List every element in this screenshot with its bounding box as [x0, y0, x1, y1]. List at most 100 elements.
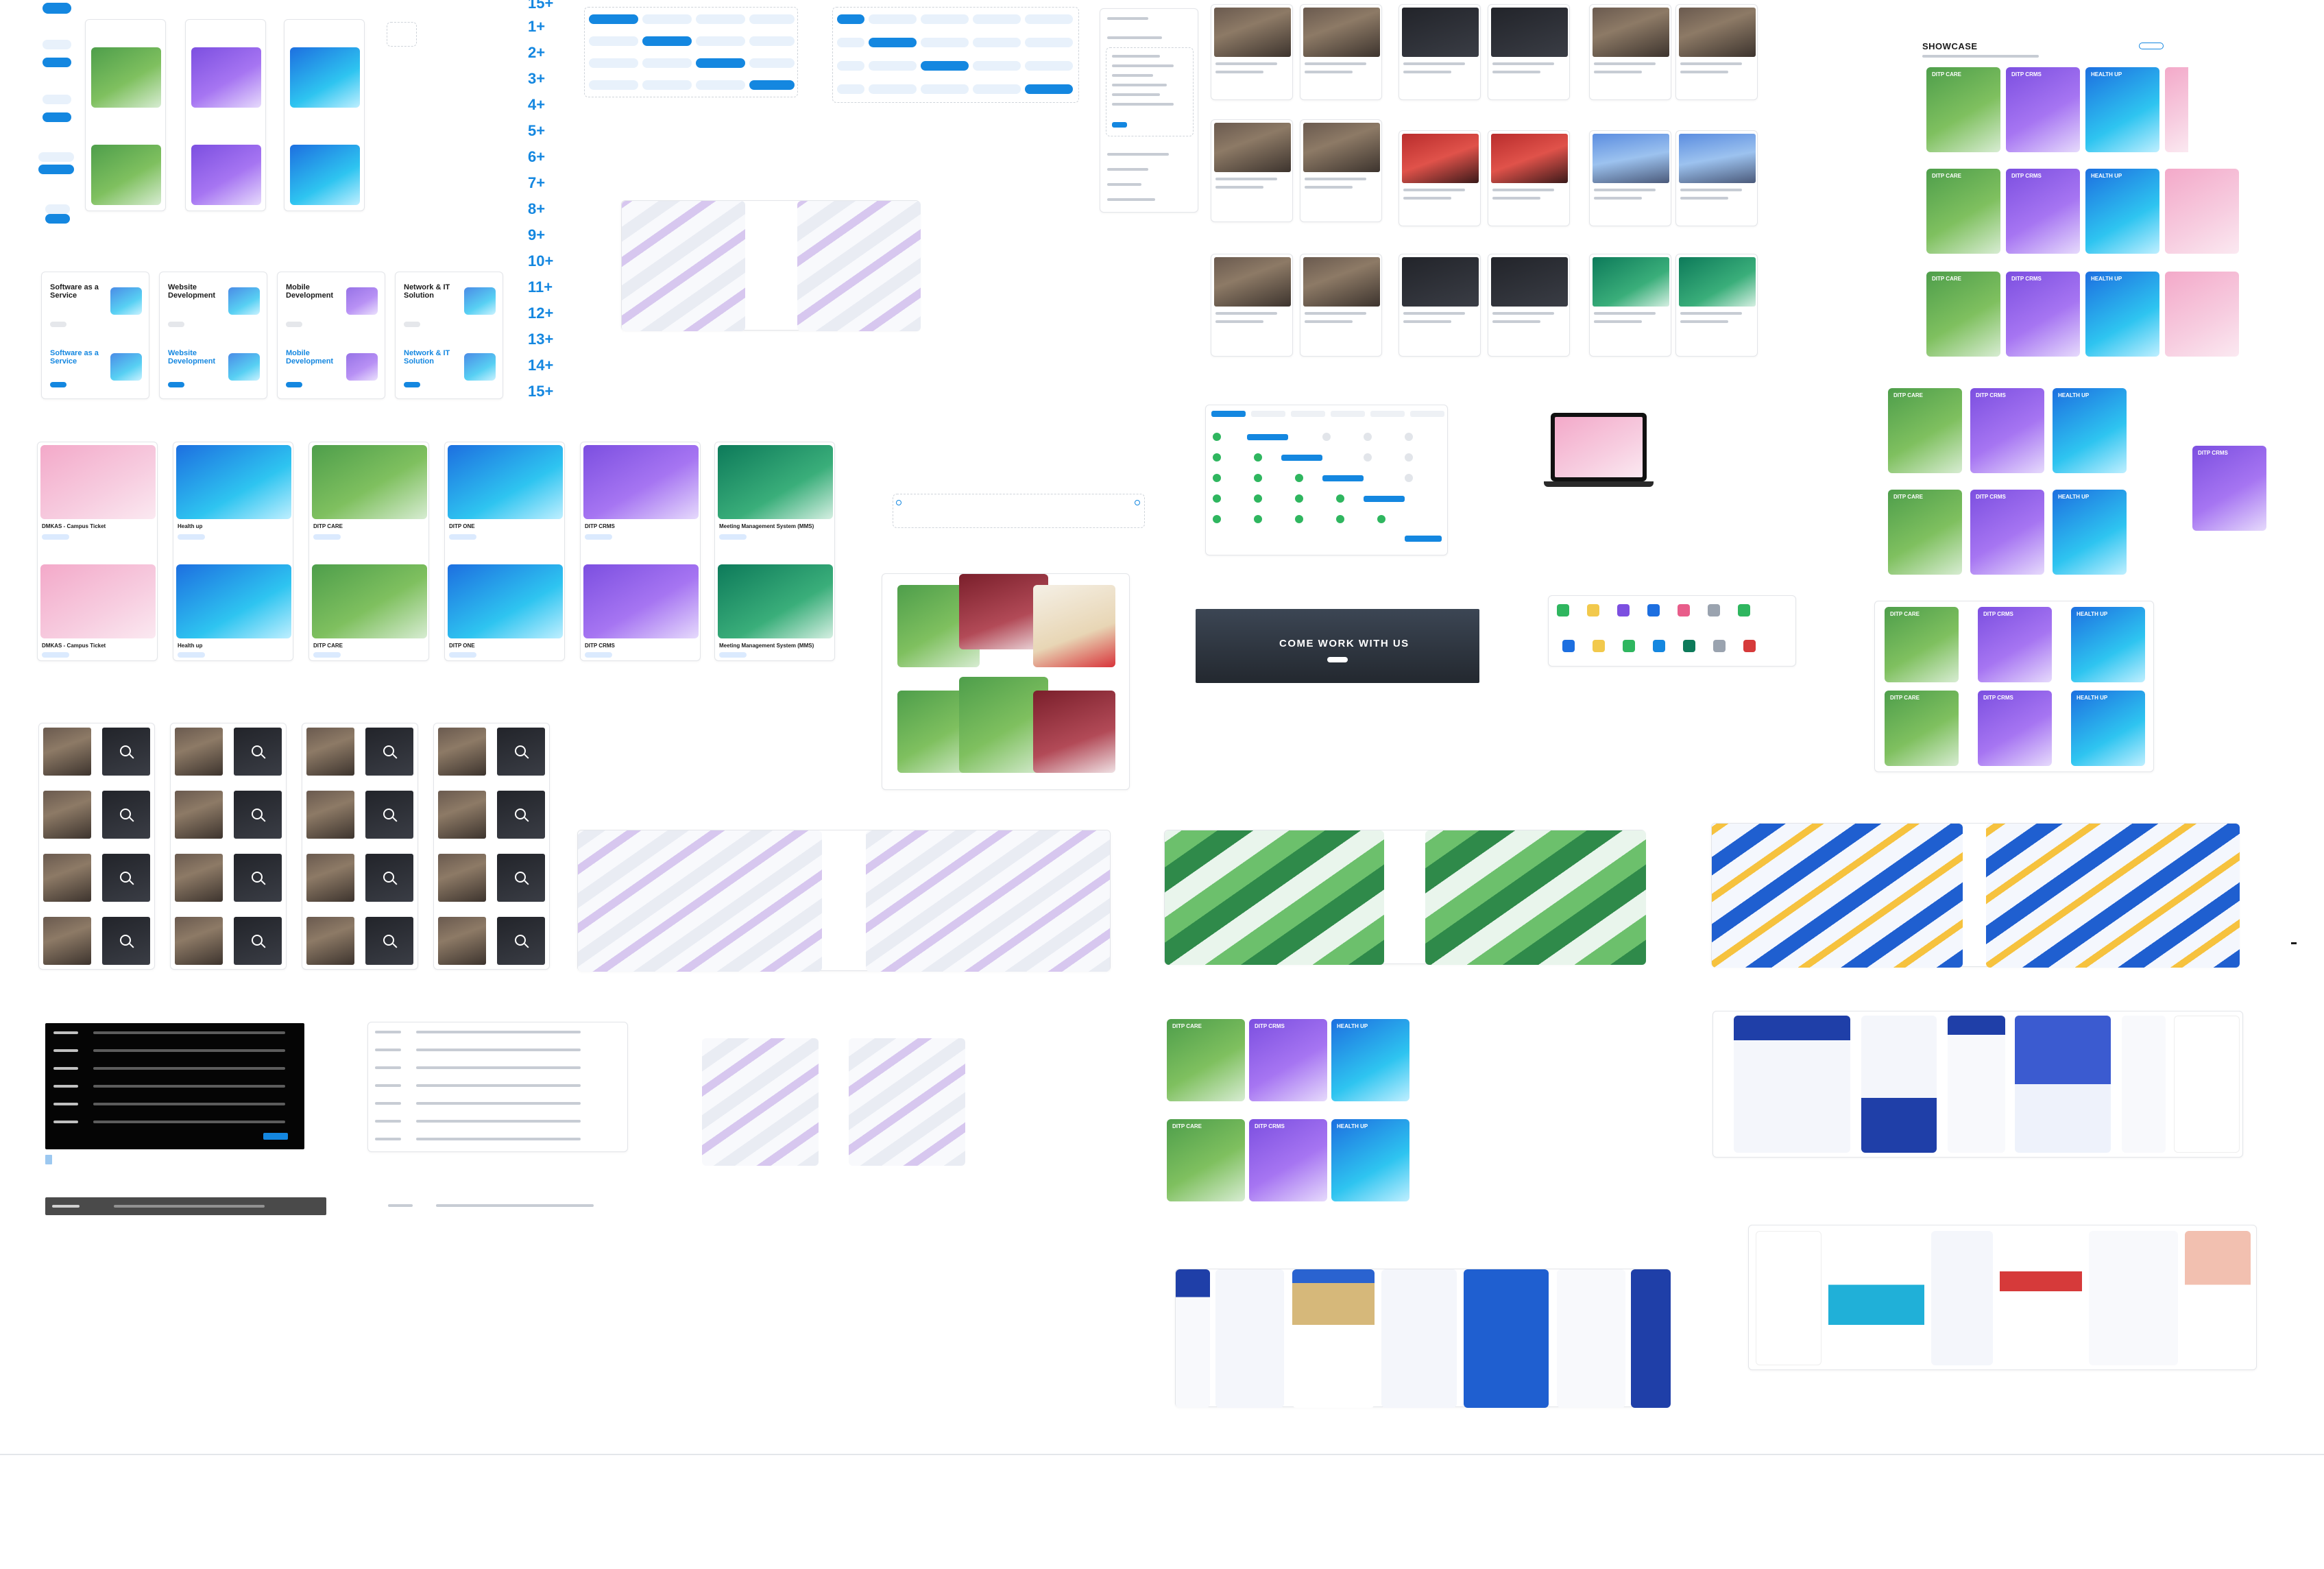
- news-card[interactable]: [1300, 4, 1382, 100]
- portfolio-card[interactable]: DITP CRMS DITP CRMS: [580, 442, 701, 661]
- news-card[interactable]: [1589, 254, 1671, 357]
- tab-pill[interactable]: [642, 36, 692, 46]
- app-screen[interactable]: [1557, 1269, 1625, 1408]
- tracker-tab[interactable]: [1331, 411, 1365, 417]
- nav-items[interactable]: [416, 1102, 581, 1105]
- app-screen[interactable]: [1828, 1231, 1924, 1365]
- tracker-tab[interactable]: [1410, 411, 1444, 417]
- news-card[interactable]: [1399, 4, 1481, 100]
- service-card[interactable]: Software as a Service Software as a Serv…: [41, 272, 149, 399]
- nav-items[interactable]: [93, 1121, 285, 1123]
- news-card[interactable]: [1675, 130, 1758, 226]
- tab-pill[interactable]: [1025, 14, 1073, 24]
- tracker-tab[interactable]: [1251, 411, 1285, 417]
- website-mockup[interactable]: [622, 201, 745, 331]
- button-variant[interactable]: [43, 40, 71, 49]
- tab-pill[interactable]: [973, 14, 1021, 24]
- nav-items[interactable]: [416, 1138, 581, 1140]
- gallery-photo-hover[interactable]: [497, 728, 545, 776]
- tab-pill[interactable]: [696, 80, 745, 90]
- website-mockup[interactable]: [1986, 824, 2240, 968]
- app-screen[interactable]: [1381, 1269, 1457, 1408]
- tab-pill[interactable]: [921, 38, 969, 47]
- showcase-card[interactable]: DITP CRMS: [2006, 169, 2080, 254]
- app-screen[interactable]: [2089, 1231, 2178, 1365]
- tab-pill[interactable]: [749, 36, 795, 46]
- nav-bar-light[interactable]: [388, 1199, 635, 1212]
- website-mockup[interactable]: [849, 1038, 965, 1166]
- news-card[interactable]: [1300, 254, 1382, 357]
- app-screen[interactable]: [2185, 1231, 2251, 1365]
- tab-pill[interactable]: [973, 38, 1021, 47]
- gallery-photo-hover[interactable]: [497, 791, 545, 839]
- showcase-card-peek[interactable]: [2165, 67, 2188, 152]
- tab-pill[interactable]: [749, 80, 795, 90]
- tab-pill[interactable]: [749, 58, 795, 68]
- tab-pill[interactable]: [869, 14, 917, 24]
- website-mockup[interactable]: [866, 830, 1110, 972]
- gallery-photo[interactable]: [306, 791, 354, 839]
- gallery-photo[interactable]: [175, 854, 223, 902]
- app-screen[interactable]: [1631, 1269, 1671, 1408]
- showcase-card[interactable]: HEALTH UP: [2085, 67, 2159, 152]
- news-card[interactable]: [1589, 130, 1671, 226]
- tab-pill[interactable]: [921, 84, 969, 94]
- tab-pill[interactable]: [1025, 61, 1073, 71]
- tab-pill[interactable]: [837, 61, 864, 71]
- showcase-card[interactable]: HEALTH UP: [2053, 388, 2127, 473]
- website-mockup[interactable]: [1712, 824, 1963, 968]
- tab-pill[interactable]: [837, 14, 864, 24]
- gallery-photo-hover[interactable]: [365, 728, 413, 776]
- nav-items[interactable]: [93, 1031, 285, 1034]
- gallery-photo-hover[interactable]: [102, 917, 150, 965]
- showcase-card[interactable]: [2165, 169, 2239, 254]
- tracker-step[interactable]: [1247, 434, 1288, 440]
- product-tile[interactable]: DITP CARE: [1167, 1119, 1245, 1201]
- gallery-photo-hover[interactable]: [102, 854, 150, 902]
- service-card[interactable]: Mobile Development Mobile Development: [277, 272, 385, 399]
- app-screen[interactable]: [1292, 1269, 1375, 1408]
- app-screen[interactable]: [1464, 1269, 1549, 1408]
- tab-pill[interactable]: [589, 36, 638, 46]
- tab-pill[interactable]: [696, 36, 745, 46]
- news-card[interactable]: [1589, 4, 1671, 100]
- filter-option[interactable]: [1107, 153, 1169, 156]
- tab-pill[interactable]: [696, 58, 745, 68]
- showcase-card[interactable]: DITP CARE: [1885, 691, 1959, 766]
- tab-pill[interactable]: [749, 14, 795, 24]
- website-mockup[interactable]: [1425, 830, 1646, 965]
- nav-items[interactable]: [416, 1084, 581, 1087]
- showcase-card[interactable]: HEALTH UP: [2085, 169, 2159, 254]
- tracker-tab[interactable]: [1370, 411, 1405, 417]
- button-variant[interactable]: [43, 58, 71, 67]
- showcase-card[interactable]: DITP CARE: [1926, 272, 2000, 357]
- portfolio-card[interactable]: DITP CARE DITP CARE: [308, 442, 429, 661]
- showcase-card-hover[interactable]: DITP CRMS: [2192, 446, 2266, 531]
- tab-pill[interactable]: [837, 84, 864, 94]
- filter-apply-button[interactable]: [1112, 122, 1127, 128]
- gallery-photo-hover[interactable]: [102, 728, 150, 776]
- nav-items[interactable]: [416, 1031, 581, 1033]
- button-variant[interactable]: [43, 3, 71, 14]
- button-variant[interactable]: [43, 95, 71, 104]
- nav-items[interactable]: [93, 1103, 285, 1105]
- tab-pill[interactable]: [869, 61, 917, 71]
- gallery-photo[interactable]: [438, 728, 486, 776]
- nav-items[interactable]: [416, 1049, 581, 1051]
- gallery-photo[interactable]: [175, 791, 223, 839]
- showcase-card[interactable]: DITP CRMS: [2006, 272, 2080, 357]
- service-button[interactable]: [168, 322, 184, 327]
- nav-items[interactable]: [93, 1085, 285, 1088]
- nav-items[interactable]: [114, 1205, 265, 1208]
- tracker-step[interactable]: [1364, 496, 1405, 502]
- showcase-card[interactable]: HEALTH UP: [2085, 272, 2159, 357]
- app-screen[interactable]: [1756, 1231, 1821, 1365]
- product-tile[interactable]: DITP CRMS: [1249, 1119, 1327, 1201]
- app-screen[interactable]: [1215, 1269, 1284, 1408]
- tab-pill[interactable]: [973, 61, 1021, 71]
- nav-items[interactable]: [416, 1120, 581, 1123]
- showcase-card[interactable]: DITP CRMS: [1970, 388, 2044, 473]
- tab-pill[interactable]: [869, 84, 917, 94]
- product-thumbnail[interactable]: [191, 145, 261, 205]
- showcase-card[interactable]: DITP CRMS: [2006, 67, 2080, 152]
